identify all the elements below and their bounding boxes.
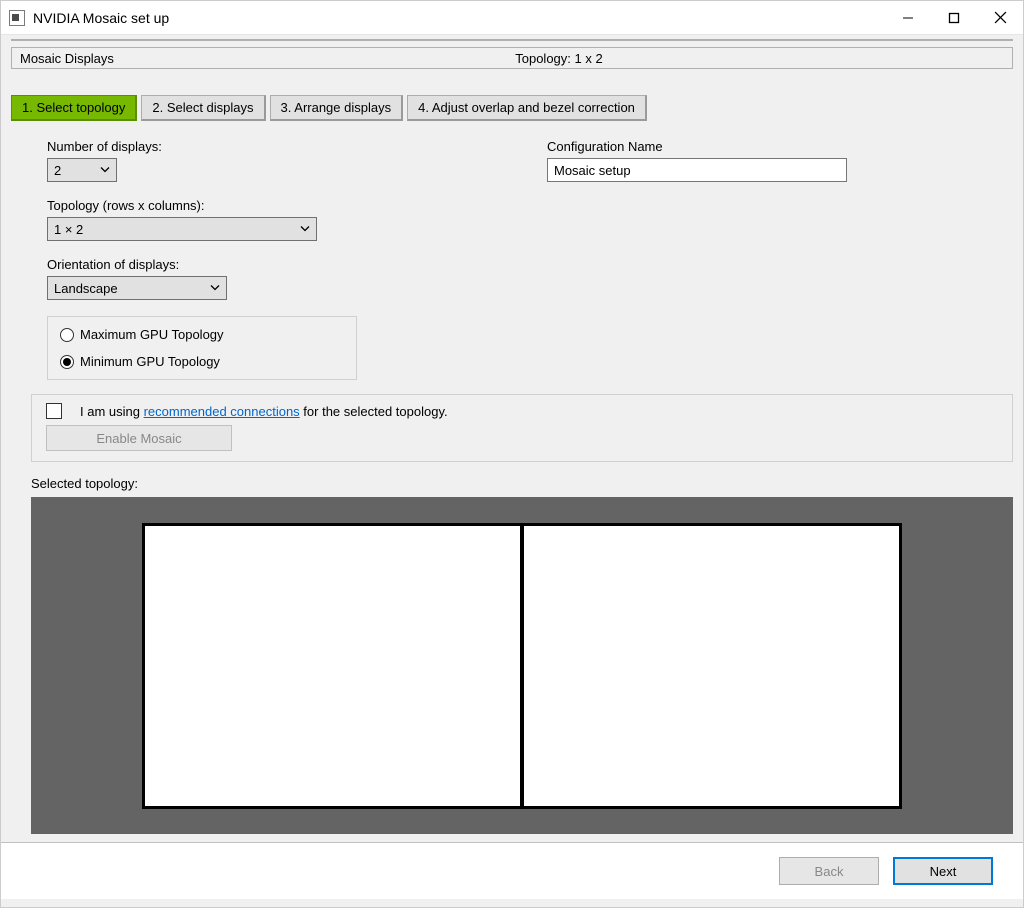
enable-mosaic-button: Enable Mosaic: [46, 425, 232, 451]
minimize-icon: [902, 12, 914, 24]
radio-icon: [60, 355, 74, 369]
check-text: I am using recommended connections for t…: [80, 404, 448, 419]
orientation-select[interactable]: Landscape: [47, 276, 227, 300]
selected-topology-label: Selected topology:: [11, 476, 1013, 491]
topology-frame: [142, 523, 902, 809]
separator: [11, 39, 1013, 41]
right-column: Configuration Name: [547, 139, 847, 380]
back-button: Back: [779, 857, 879, 885]
status-right: Topology: 1 x 2: [515, 51, 602, 66]
status-left: Mosaic Displays: [20, 51, 114, 66]
display-cell-2: [524, 526, 899, 806]
window-controls: [885, 1, 1023, 34]
topology-select[interactable]: 1 × 2: [47, 217, 317, 241]
window-title: NVIDIA Mosaic set up: [33, 10, 169, 26]
radio-min-topology[interactable]: Minimum GPU Topology: [60, 354, 346, 369]
topology-label: Topology (rows x columns):: [47, 198, 517, 213]
close-icon: [994, 11, 1007, 24]
lower-form: I am using recommended connections for t…: [11, 380, 1013, 462]
tab-select-displays[interactable]: 2. Select displays: [141, 95, 265, 121]
chevron-down-icon: [100, 163, 110, 178]
orientation-label: Orientation of displays:: [47, 257, 517, 272]
recommended-checkbox-row[interactable]: I am using recommended connections for t…: [46, 403, 1002, 419]
form: Number of displays: 2 Topology (rows x c…: [11, 139, 1013, 380]
maximize-button[interactable]: [931, 1, 977, 34]
recommended-panel: I am using recommended connections for t…: [31, 394, 1013, 462]
field-orientation: Orientation of displays: Landscape: [47, 257, 517, 300]
left-column: Number of displays: 2 Topology (rows x c…: [47, 139, 517, 380]
field-topology: Topology (rows x columns): 1 × 2: [47, 198, 517, 241]
tab-select-topology[interactable]: 1. Select topology: [11, 95, 137, 121]
gpu-topology-group: Maximum GPU Topology Minimum GPU Topolog…: [47, 316, 357, 380]
tabs: 1. Select topology 2. Select displays 3.…: [11, 95, 1013, 121]
chevron-down-icon: [210, 281, 220, 296]
num-displays-select[interactable]: 2: [47, 158, 117, 182]
titlebar: NVIDIA Mosaic set up: [1, 1, 1023, 35]
radio-icon: [60, 328, 74, 342]
config-name-label: Configuration Name: [547, 139, 847, 154]
field-num-displays: Number of displays: 2: [47, 139, 517, 182]
num-displays-label: Number of displays:: [47, 139, 517, 154]
content-area: Mosaic Displays Topology: 1 x 2 1. Selec…: [1, 35, 1023, 907]
config-name-input[interactable]: [547, 158, 847, 182]
next-button[interactable]: Next: [893, 857, 993, 885]
footer: Back Next: [1, 842, 1023, 899]
close-button[interactable]: [977, 1, 1023, 34]
display-cell-1: [145, 526, 524, 806]
maximize-icon: [948, 12, 960, 24]
app-icon: [9, 10, 25, 26]
chevron-down-icon: [300, 222, 310, 237]
tab-adjust-overlap[interactable]: 4. Adjust overlap and bezel correction: [407, 95, 647, 121]
checkbox-icon: [46, 403, 62, 419]
minimize-button[interactable]: [885, 1, 931, 34]
app-window: NVIDIA Mosaic set up Mosaic Displays Top…: [0, 0, 1024, 908]
tab-arrange-displays[interactable]: 3. Arrange displays: [270, 95, 404, 121]
radio-max-topology[interactable]: Maximum GPU Topology: [60, 327, 346, 342]
recommended-link[interactable]: recommended connections: [144, 404, 300, 419]
status-bar: Mosaic Displays Topology: 1 x 2: [11, 47, 1013, 69]
topology-preview: [31, 497, 1013, 834]
